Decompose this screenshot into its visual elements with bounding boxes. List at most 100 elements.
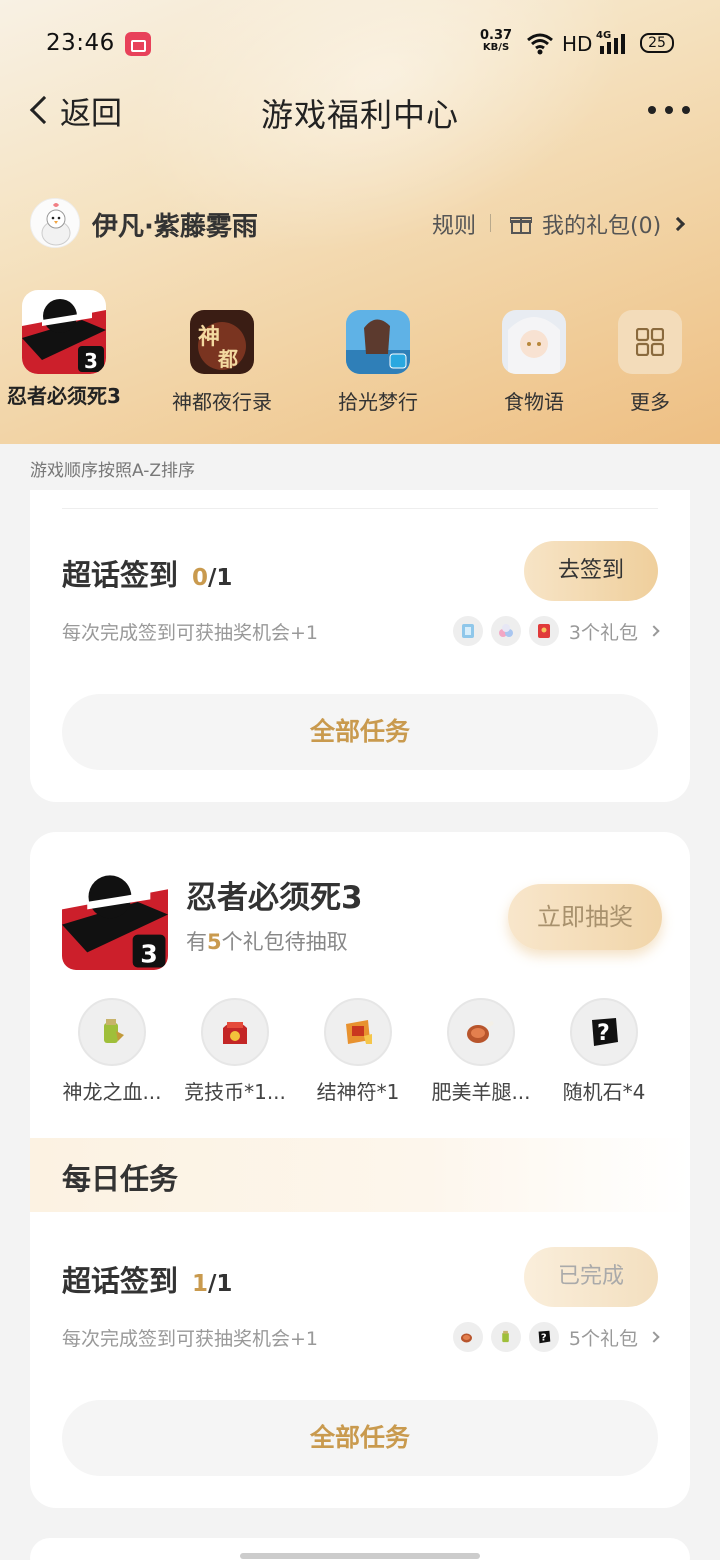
game-label: 神都夜行录 — [172, 390, 272, 414]
net-speed: 0.37 KB/S — [480, 28, 513, 54]
dot-icon — [682, 106, 690, 114]
game-tab-ninja3[interactable]: 3 忍者必须死3 — [0, 290, 134, 409]
game-tab-shendu[interactable]: 神 都 神都夜行录 — [152, 290, 292, 415]
ice-gift-icon — [452, 616, 483, 646]
task-progress: 1/1 — [192, 1271, 232, 1297]
svg-text:?: ? — [541, 1333, 547, 1344]
lamb-leg-icon — [452, 1322, 483, 1352]
chevron-right-icon — [671, 216, 686, 232]
task-gifts-link[interactable]: 3个礼包 — [452, 616, 660, 646]
shiguang-game-icon — [346, 310, 410, 374]
svg-text:?: ? — [597, 1021, 610, 1046]
game-name: 忍者必须死3 — [186, 880, 363, 916]
network-type: HD — [562, 32, 593, 56]
ninja-game-icon: 3 — [22, 290, 106, 374]
prize-item[interactable]: 神龙之血... — [52, 998, 172, 1105]
user-name: 伊凡·紫藤雾雨 — [92, 212, 258, 242]
shendu-game-icon: 神 都 — [190, 310, 254, 374]
more-options-button[interactable] — [648, 106, 690, 114]
progress-total: /1 — [208, 1271, 233, 1297]
nav-bar: 返回 游戏福利中心 — [0, 80, 720, 140]
random-stone-icon: ? — [528, 1322, 559, 1352]
status-bar: 23:46 0.37 KB/S HD 4G 25 — [0, 0, 720, 88]
screen-record-icon — [125, 32, 151, 56]
dot-icon — [665, 106, 673, 114]
svg-text:3: 3 — [84, 349, 98, 373]
prize-label: 肥美羊腿... — [431, 1080, 531, 1104]
task-description: 每次完成签到可获抽奖机会+1 — [62, 1328, 319, 1350]
orb-gift-icon — [490, 616, 521, 646]
divider — [62, 508, 658, 509]
game-gift-card: 3 忍者必须死3 有5个礼包待抽取 立即抽奖 神龙之血... 竞技币*1... … — [30, 832, 690, 1508]
progress-current: 1 — [192, 1271, 209, 1297]
header-banner: 23:46 0.37 KB/S HD 4G 25 返回 游戏福利中心 伊凡·紫藤… — [0, 0, 720, 444]
penguin-avatar-icon — [31, 199, 79, 247]
game-selector: 3 忍者必须死3 神 都 神都夜行录 拾光梦行 食物语 更多 — [0, 290, 720, 420]
prize-item[interactable]: 竞技币*1... — [175, 998, 295, 1105]
draw-now-button[interactable]: 立即抽奖 — [508, 884, 662, 950]
gift-count: 3个礼包 — [568, 621, 638, 644]
random-stone-icon: ? — [570, 998, 638, 1066]
pending-count: 5 — [207, 930, 222, 954]
game-label: 拾光梦行 — [338, 390, 418, 414]
chevron-right-icon — [648, 625, 660, 637]
home-indicator[interactable] — [240, 1553, 480, 1559]
prize-item[interactable]: 肥美羊腿... — [421, 998, 541, 1105]
prize-label: 结神符*1 — [316, 1080, 400, 1104]
all-tasks-button[interactable]: 全部任务 — [62, 1400, 658, 1476]
user-row: 伊凡·紫藤雾雨 规则 我的礼包(0) — [30, 196, 690, 250]
sort-hint: 游戏顺序按照A-Z排序 — [30, 461, 196, 481]
daily-tasks-header: 每日任务 — [30, 1138, 690, 1212]
dragon-blood-icon — [490, 1322, 521, 1352]
net-speed-value: 0.37 — [480, 28, 513, 43]
shiwuyu-game-icon — [502, 310, 566, 374]
task-title: 超话签到 0/1 — [62, 552, 232, 594]
task-name: 超话签到 — [62, 1264, 179, 1298]
sign-in-button[interactable]: 去签到 — [524, 541, 658, 601]
avatar[interactable] — [30, 198, 80, 248]
game-label: 忍者必须死3 — [7, 384, 121, 408]
battery-indicator: 25 — [640, 33, 674, 53]
coin-bag-icon — [201, 998, 269, 1066]
red-packet-icon — [528, 616, 559, 646]
gift-pending-text: 有5个礼包待抽取 — [186, 926, 348, 956]
svg-text:神: 神 — [198, 324, 220, 350]
svg-text:都: 都 — [217, 347, 238, 371]
progress-current: 0 — [192, 565, 209, 591]
prize-list: 神龙之血... 竞技币*1... 结神符*1 肥美羊腿... ? 随机石*4 — [30, 998, 690, 1108]
ninja-game-icon: 3 — [62, 864, 168, 970]
my-gifts-link[interactable]: 我的礼包(0) — [510, 208, 686, 240]
chevron-right-icon — [648, 1331, 660, 1343]
status-time: 23:46 — [46, 30, 115, 56]
game-tab-more[interactable]: 更多 — [580, 290, 720, 415]
prize-item[interactable]: 结神符*1 — [298, 998, 418, 1105]
completed-button[interactable]: 已完成 — [524, 1247, 658, 1307]
rules-link[interactable]: 规则 — [432, 208, 476, 240]
my-gifts-label: 我的礼包(0) — [542, 214, 662, 239]
game-tab-shiguang[interactable]: 拾光梦行 — [308, 290, 448, 415]
page-title: 游戏福利中心 — [260, 96, 459, 134]
task-name: 超话签到 — [62, 558, 179, 592]
divider — [490, 214, 491, 232]
task-progress: 0/1 — [192, 565, 232, 591]
all-tasks-button[interactable]: 全部任务 — [62, 694, 658, 770]
task-description: 每次完成签到可获抽奖机会+1 — [62, 622, 319, 644]
prize-item[interactable]: ? 随机石*4 — [544, 998, 664, 1105]
task-title: 超话签到 1/1 — [62, 1258, 232, 1300]
sub-prefix: 有 — [186, 930, 207, 954]
sub-suffix: 个礼包待抽取 — [221, 930, 348, 954]
lamb-leg-icon — [447, 998, 515, 1066]
wifi-icon — [527, 33, 553, 55]
prize-label: 神龙之血... — [62, 1080, 162, 1104]
progress-total: /1 — [208, 565, 233, 591]
svg-text:4G: 4G — [596, 30, 611, 41]
gift-count: 5个礼包 — [568, 1327, 638, 1350]
task-gifts-link[interactable]: ? 5个礼包 — [452, 1322, 660, 1352]
net-speed-unit: KB/S — [482, 42, 510, 53]
prize-label: 随机石*4 — [562, 1080, 646, 1104]
dot-icon — [648, 106, 656, 114]
grid-icon — [618, 310, 682, 374]
dragon-blood-icon — [78, 998, 146, 1066]
prize-label: 竞技币*1... — [184, 1080, 286, 1104]
gift-icon — [510, 217, 532, 234]
